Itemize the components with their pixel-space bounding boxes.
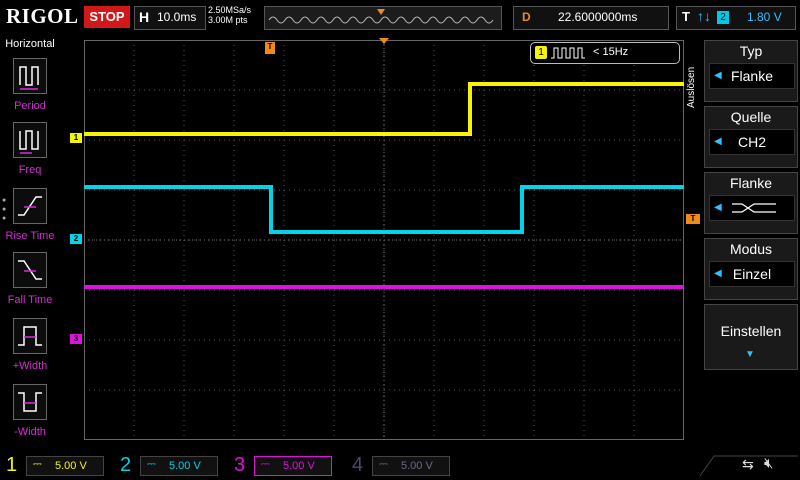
- measure-neg-width[interactable]: -Width: [0, 384, 60, 446]
- usb-icon: ⇆: [742, 456, 754, 472]
- memory-waveform-strip[interactable]: [264, 6, 502, 30]
- softkey-mode[interactable]: Modus ◀ Einzel: [704, 238, 798, 300]
- dc-coupling-icon: ⎓: [379, 458, 388, 470]
- trigger-source-badge: 2: [717, 11, 729, 24]
- softkey-slope-title: Flanke: [729, 175, 773, 191]
- ch2-number: 2: [120, 454, 132, 476]
- pos-width-icon: [13, 318, 47, 354]
- timebase-value: 10.0ms: [157, 10, 197, 24]
- softkey-mode-title: Modus: [729, 241, 773, 257]
- softkey-slope-value: ◀: [709, 195, 795, 221]
- channel-status-bar: 1 ⎓ 5.00 V 2 ⎓ 5.00 V 3 ⎓ 5.00 V 4 ⎓ 5.0…: [0, 452, 800, 480]
- softkey-type[interactable]: Typ ◀ Flanke: [704, 40, 798, 102]
- trigger-key: T: [682, 9, 690, 24]
- ch1-status[interactable]: 1 ⎓ 5.00 V: [6, 452, 114, 478]
- fall-time-label: Fall Time: [7, 294, 53, 306]
- ch4-number: 4: [352, 454, 364, 476]
- ch3-scale: 5.00 V: [283, 460, 315, 472]
- rise-time-label: Rise Time: [5, 230, 55, 242]
- horizontal-key: H: [139, 9, 150, 25]
- edge-any-icon: [732, 203, 776, 213]
- measure-fall-time[interactable]: Fall Time: [0, 252, 60, 314]
- select-arrow-icon: ◀: [714, 268, 722, 279]
- softkey-type-value: ◀ Flanke: [709, 63, 795, 89]
- trigger-panel[interactable]: T ↑↓ 2 1.80 V: [676, 6, 796, 30]
- ch3-ground-marker[interactable]: 3: [70, 334, 82, 344]
- measure-rise-time[interactable]: Rise Time: [0, 188, 60, 250]
- delay-key: D: [522, 10, 531, 24]
- dc-coupling-icon: ⎓: [147, 458, 156, 470]
- ch2-scale: 5.00 V: [169, 460, 201, 472]
- ch4-scale: 5.00 V: [401, 460, 433, 472]
- softkey-source-value: ◀ CH2: [709, 129, 795, 155]
- softkey-settings-title: Einstellen: [720, 323, 782, 339]
- period-label: Period: [14, 100, 46, 112]
- edge-both-icon: ↑↓: [697, 8, 711, 24]
- center-marker-icon: [379, 38, 389, 44]
- ch3-scale-box: ⎓ 5.00 V: [254, 456, 332, 476]
- waveform-grid: [84, 40, 684, 440]
- pos-width-label: +Width: [12, 360, 48, 372]
- submenu-arrow-icon: ▼: [745, 349, 755, 360]
- select-arrow-icon: ◀: [714, 70, 722, 81]
- measure-period[interactable]: Period: [0, 58, 60, 120]
- ch3-status[interactable]: 3 ⎓ 5.00 V: [234, 452, 342, 478]
- rise-time-icon: [13, 188, 47, 224]
- ch3-number: 3: [234, 454, 246, 476]
- left-menu-title: Horizontal: [5, 38, 55, 50]
- ch1-scale-box: ⎓ 5.00 V: [26, 456, 104, 476]
- softkey-source[interactable]: Quelle ◀ CH2: [704, 106, 798, 168]
- ch2-scale-box: ⎓ 5.00 V: [140, 456, 218, 476]
- trigger-softkey-menu: Typ ◀ Flanke Quelle ◀ CH2 Flanke ◀ Modus…: [700, 38, 800, 448]
- period-icon: [13, 58, 47, 94]
- softkey-source-title: Quelle: [730, 109, 772, 125]
- ch2-ground-marker[interactable]: 2: [70, 234, 82, 244]
- delay-value: 22.6000000ms: [558, 10, 638, 24]
- memory-depth: 3.00M pts: [208, 15, 248, 25]
- frequency-counter[interactable]: 1 < 15Hz: [530, 42, 680, 64]
- select-arrow-icon: ◀: [714, 202, 722, 213]
- ch4-status[interactable]: 4 ⎓ 5.00 V: [352, 452, 460, 478]
- ch1-scale: 5.00 V: [55, 460, 87, 472]
- square-wave-icon: [551, 47, 585, 59]
- measure-freq[interactable]: Freq: [0, 122, 60, 184]
- sample-rate: 2.50MSa/s: [208, 5, 252, 15]
- neg-width-icon: [13, 384, 47, 420]
- speaker-mute-icon[interactable]: 🔇︎: [764, 455, 773, 472]
- source-value-text: CH2: [737, 134, 766, 150]
- softkey-slope[interactable]: Flanke ◀: [704, 172, 798, 234]
- ch4-scale-box: ⎓ 5.00 V: [372, 456, 450, 476]
- brand-logo: RIGOL: [6, 4, 79, 28]
- trigger-level-marker[interactable]: T: [686, 214, 700, 224]
- trigger-position-marker[interactable]: T: [265, 42, 275, 54]
- dc-coupling-icon: ⎓: [261, 458, 270, 470]
- sample-info: 2.50MSa/s 3.00M pts: [208, 5, 251, 25]
- waveform-display[interactable]: [84, 40, 684, 440]
- ch2-status[interactable]: 2 ⎓ 5.00 V: [120, 452, 228, 478]
- run-stop-status[interactable]: STOP: [84, 6, 130, 28]
- neg-width-label: -Width: [14, 426, 46, 438]
- softkey-mode-value: ◀ Einzel: [709, 261, 795, 287]
- memory-overview-icon: [265, 7, 501, 29]
- freq-icon: [13, 122, 47, 158]
- select-arrow-icon: ◀: [714, 136, 722, 147]
- mode-value-text: Einzel: [732, 266, 772, 282]
- ch1-number: 1: [6, 454, 18, 476]
- trigger-level: 1.80 V: [747, 10, 782, 24]
- trigger-menu-label: Auslösen: [686, 66, 697, 108]
- softkey-settings[interactable]: Einstellen ▼: [704, 304, 798, 370]
- ch1-ground-marker[interactable]: 1: [70, 133, 82, 143]
- horizontal-timebase-panel[interactable]: H 10.0ms: [134, 6, 206, 30]
- softkey-type-title: Typ: [739, 43, 763, 59]
- fall-time-icon: [13, 252, 47, 288]
- type-value-text: Flanke: [730, 68, 774, 84]
- dc-coupling-icon: ⎓: [33, 458, 42, 470]
- delay-panel[interactable]: D 22.6000000ms: [513, 6, 669, 30]
- menu-vertical-label: Auslösen: [684, 52, 700, 112]
- measure-pos-width[interactable]: +Width: [0, 318, 60, 380]
- counter-value: < 15Hz: [593, 46, 629, 58]
- freq-label: Freq: [18, 164, 42, 176]
- counter-channel-badge: 1: [535, 46, 547, 59]
